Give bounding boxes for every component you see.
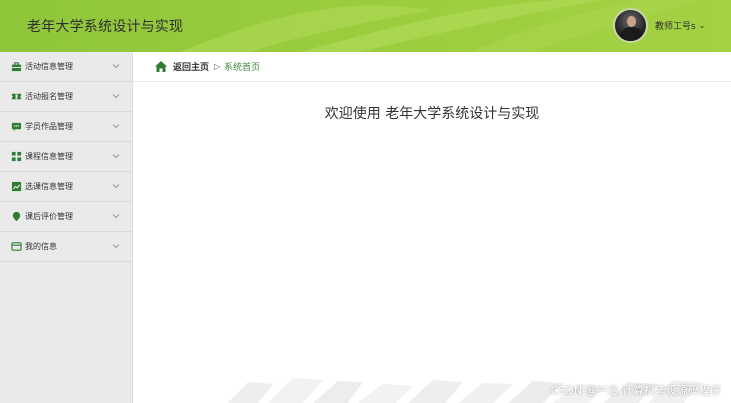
avatar-body: [620, 27, 643, 41]
breadcrumb: 返回主页 ▷ 系统首页: [133, 52, 731, 82]
sidebar-item-course-selection[interactable]: 选课信息管理: [0, 172, 132, 202]
chevron-down-icon: [112, 214, 120, 219]
avatar-face: [627, 16, 636, 27]
chevron-down-icon: [112, 244, 120, 249]
sidebar-item-label: 活动报名管理: [25, 92, 73, 101]
chevron-down-icon: [112, 94, 120, 99]
sidebar-item-label: 选课信息管理: [25, 182, 73, 191]
sidebar: 活动信息管理 活动报名管理 学员作品管理 课程信息管理 选课信息管理 课后评价管…: [0, 52, 133, 403]
sidebar-item-label: 学员作品管理: [25, 122, 73, 131]
sidebar-item-label: 课后评价管理: [25, 212, 73, 221]
user-menu[interactable]: 教师工号s ⌄: [655, 19, 705, 32]
chevron-down-icon: [112, 64, 120, 69]
sidebar-item-course-info[interactable]: 课程信息管理: [0, 142, 132, 172]
chart-icon: [11, 181, 22, 192]
ticket-icon: [11, 93, 22, 100]
watermark: CSDN @一念 计算机毕设源码程序: [550, 384, 721, 397]
sidebar-item-label: 课程信息管理: [25, 152, 73, 161]
welcome-heading: 欢迎使用 老年大学系统设计与实现: [324, 106, 540, 122]
breadcrumb-home-link[interactable]: 返回主页: [173, 60, 209, 73]
chevron-down-icon: [112, 154, 120, 159]
avatar[interactable]: [613, 8, 648, 43]
map-pin-icon: [12, 211, 21, 222]
briefcase-icon: [11, 62, 22, 72]
grid-icon: [11, 151, 22, 162]
sidebar-item-student-works[interactable]: 学员作品管理: [0, 112, 132, 142]
chevron-down-icon: ⌄: [698, 21, 706, 30]
home-icon[interactable]: [154, 60, 168, 73]
sidebar-item-label: 活动信息管理: [25, 62, 73, 71]
sidebar-item-activity-info[interactable]: 活动信息管理: [0, 52, 132, 82]
sidebar-item-label: 我的信息: [25, 242, 57, 251]
app-title: 老年大学系统设计与实现: [27, 19, 184, 35]
breadcrumb-current: 系统首页: [224, 63, 261, 73]
top-header: 老年大学系统设计与实现 教师工号s ⌄: [0, 0, 731, 52]
chevron-down-icon: [112, 184, 120, 189]
breadcrumb-separator: ▷: [214, 62, 221, 71]
comment-icon: [11, 122, 22, 132]
card-icon: [11, 242, 22, 251]
sidebar-item-course-review[interactable]: 课后评价管理: [0, 202, 132, 232]
user-label: 教师工号s: [655, 22, 696, 32]
sidebar-item-activity-signup[interactable]: 活动报名管理: [0, 82, 132, 112]
sidebar-item-my-info[interactable]: 我的信息: [0, 232, 132, 262]
chevron-down-icon: [112, 124, 120, 129]
